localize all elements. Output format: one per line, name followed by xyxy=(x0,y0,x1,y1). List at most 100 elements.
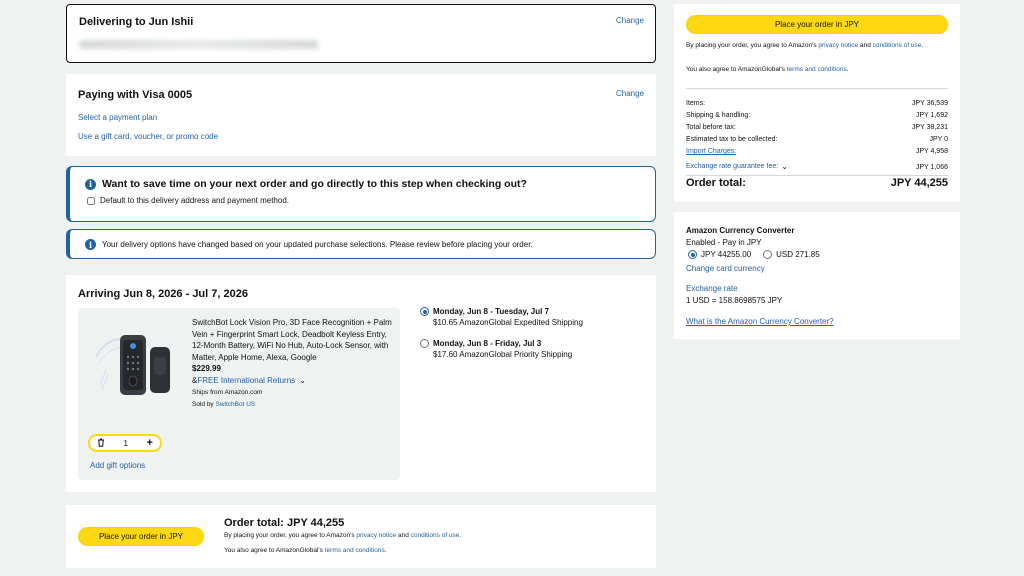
shipping-option-1[interactable]: Monday, Jun 8 - Tuesday, Jul 7 $10.65 Am… xyxy=(420,306,583,329)
save-time-title: Want to save time on your next order and… xyxy=(102,178,527,190)
summary-row-import: Import Charges: JPY 4,958 xyxy=(686,146,948,158)
delivery-notice-box: i Your delivery options have changed bas… xyxy=(66,229,656,259)
seller-link[interactable]: SwitchBot US xyxy=(216,401,256,408)
info-icon: i xyxy=(85,239,96,250)
change-card-currency-link[interactable]: Change card currency xyxy=(686,264,765,273)
default-checkbox[interactable] xyxy=(87,196,95,205)
global-prefix: You also agree to AmazonGlobal's xyxy=(686,66,787,73)
conditions-link[interactable]: conditions of use xyxy=(411,532,460,539)
row-value: JPY 1,692 xyxy=(915,112,948,119)
product-title[interactable]: SwitchBot Lock Vision Pro, 3D Face Recog… xyxy=(192,317,392,363)
exchange-rate-value: 1 USD = 158.8698575 JPY xyxy=(686,296,783,305)
bottom-order-bar: Place your order in JPY Order total: JPY… xyxy=(66,505,656,568)
exchange-fee-link[interactable]: Exchange rate guarantee fee: xyxy=(686,161,778,173)
gift-card-link[interactable]: Use a gift card, voucher, or promo code xyxy=(78,132,218,141)
period-text: . xyxy=(921,42,924,49)
summary-order-total: Order total: JPY 44,255 xyxy=(686,177,948,189)
row-label: Total before tax: xyxy=(686,124,736,131)
delivery-title: Delivering to Jun Ishii xyxy=(79,16,194,28)
payment-change-link[interactable]: Change xyxy=(616,89,644,98)
bottom-order-total: Order total: JPY 44,255 xyxy=(224,517,345,529)
row-label: Estimated tax to be collected: xyxy=(686,136,778,143)
sold-by-prefix: Sold by xyxy=(192,401,216,408)
currency-options: JPY 44255.00 USD 271.85 xyxy=(688,250,820,259)
shipping-option-date: Monday, Jun 8 - Friday, Jul 3 xyxy=(433,339,542,348)
add-gift-options-link[interactable]: Add gift options xyxy=(90,461,145,470)
terms-link[interactable]: terms and conditions xyxy=(787,66,847,73)
default-checkbox-row[interactable]: Default to this delivery address and pay… xyxy=(87,196,289,205)
summary-divider xyxy=(686,88,948,89)
product-box: SwitchBot Lock Vision Pro, 3D Face Recog… xyxy=(78,308,400,480)
converter-enabled: Enabled - Pay in JPY xyxy=(686,238,762,247)
summary-row-tax: Estimated tax to be collected: JPY 0 xyxy=(686,134,948,146)
and-text: and xyxy=(858,42,873,49)
delivery-change-link[interactable]: Change xyxy=(616,16,644,25)
agree-prefix: By placing your order, you agree to Amaz… xyxy=(224,532,357,539)
payment-title: Paying with Visa 0005 xyxy=(78,89,193,101)
order-total-value: JPY 44,255 xyxy=(890,177,948,189)
period-text: . xyxy=(384,547,387,554)
delivery-card: Delivering to Jun Ishii Change xyxy=(66,4,656,63)
chevron-down-icon[interactable]: ⌄ xyxy=(299,375,306,387)
shipment-card: Arriving Jun 8, 2026 - Jul 7, 2026 Switc… xyxy=(66,275,656,492)
free-returns-link[interactable]: FREE International Returns xyxy=(197,375,295,387)
shipping-option-price: $17.60 AmazonGlobal Priority Shipping xyxy=(433,350,573,359)
trash-icon[interactable] xyxy=(97,438,105,449)
radio-selected-icon[interactable] xyxy=(420,307,429,316)
summary-row-before-tax: Total before tax: JPY 38,231 xyxy=(686,122,948,134)
agree-prefix: By placing your order, you agree to Amaz… xyxy=(686,42,819,49)
currency-converter-card: Amazon Currency Converter Enabled - Pay … xyxy=(674,212,960,339)
what-is-converter-link[interactable]: What is the Amazon Currency Converter? xyxy=(686,317,834,326)
save-time-box: i Want to save time on your next order a… xyxy=(66,166,656,222)
row-value: JPY 4,958 xyxy=(915,148,948,155)
place-order-button-bottom[interactable]: Place your order in JPY xyxy=(78,527,204,546)
chevron-down-icon[interactable]: ⌄ xyxy=(781,162,788,170)
quantity-value: 1 xyxy=(123,438,128,448)
and-text: and xyxy=(396,532,411,539)
shipping-option-price: $10.65 AmazonGlobal Expedited Shipping xyxy=(433,318,583,327)
payment-plan-link[interactable]: Select a payment plan xyxy=(78,113,157,122)
radio-selected-icon[interactable] xyxy=(688,250,697,259)
delivery-notice-text: Your delivery options have changed based… xyxy=(102,240,533,249)
quantity-stepper[interactable]: 1 + xyxy=(88,434,162,452)
order-total-label: Order total: xyxy=(686,177,746,189)
privacy-notice-link[interactable]: privacy notice xyxy=(818,42,858,49)
radio-unselected-icon[interactable] xyxy=(763,250,773,259)
currency-option-usd[interactable]: USD 271.85 xyxy=(776,250,820,259)
place-order-button[interactable]: Place your order in JPY xyxy=(686,15,948,34)
order-summary-card: Place your order in JPY By placing your … xyxy=(674,4,960,202)
shipping-option-date: Monday, Jun 8 - Tuesday, Jul 7 xyxy=(433,307,550,316)
shipping-option-2[interactable]: Monday, Jun 8 - Friday, Jul 3 $17.60 Ama… xyxy=(420,338,572,361)
summary-global-text: You also agree to AmazonGlobal's terms a… xyxy=(686,65,948,75)
product-image[interactable] xyxy=(88,315,180,403)
delivery-address-blurred xyxy=(79,36,319,54)
ships-from: Ships from Amazon.com xyxy=(192,389,263,396)
terms-link[interactable]: terms and conditions xyxy=(325,547,385,554)
row-label: Shipping & handling: xyxy=(686,112,751,119)
radio-unselected-icon[interactable] xyxy=(420,339,429,348)
summary-agree-text: By placing your order, you agree to Amaz… xyxy=(686,41,948,51)
payment-card: Paying with Visa 0005 Change Select a pa… xyxy=(66,74,656,156)
row-value: JPY 1,066 xyxy=(915,164,948,171)
summary-row-exchange-fee: Exchange rate guarantee fee: ⌄ JPY 1,066 xyxy=(686,159,948,174)
period-text: . xyxy=(459,532,462,539)
bottom-global-text: You also agree to AmazonGlobal's terms a… xyxy=(224,546,387,556)
summary-rows: Items: JPY 36,539 Shipping & handling: JPY… xyxy=(686,98,948,174)
row-value: JPY 36,539 xyxy=(911,100,948,107)
converter-title: Amazon Currency Converter xyxy=(686,226,795,235)
privacy-notice-link[interactable]: privacy notice xyxy=(356,532,396,539)
arriving-date: Arriving Jun 8, 2026 - Jul 7, 2026 xyxy=(78,288,248,300)
currency-option-jpy[interactable]: JPY 44255.00 xyxy=(701,250,751,259)
summary-row-shipping: Shipping & handling: JPY 1,692 xyxy=(686,110,948,122)
row-label: Items: xyxy=(686,100,706,107)
row-value: JPY 38,231 xyxy=(911,124,948,131)
exchange-rate-link[interactable]: Exchange rate xyxy=(686,284,738,293)
bottom-agree-text: By placing your order, you agree to Amaz… xyxy=(224,531,461,541)
import-charges-link[interactable]: Import Charges: xyxy=(686,146,736,158)
row-value: JPY 0 xyxy=(929,136,948,143)
info-icon: i xyxy=(85,178,96,190)
conditions-link[interactable]: conditions of use xyxy=(873,42,922,49)
product-price: $229.99 xyxy=(192,364,221,373)
period-text: . xyxy=(846,66,849,73)
plus-icon[interactable]: + xyxy=(147,438,153,449)
